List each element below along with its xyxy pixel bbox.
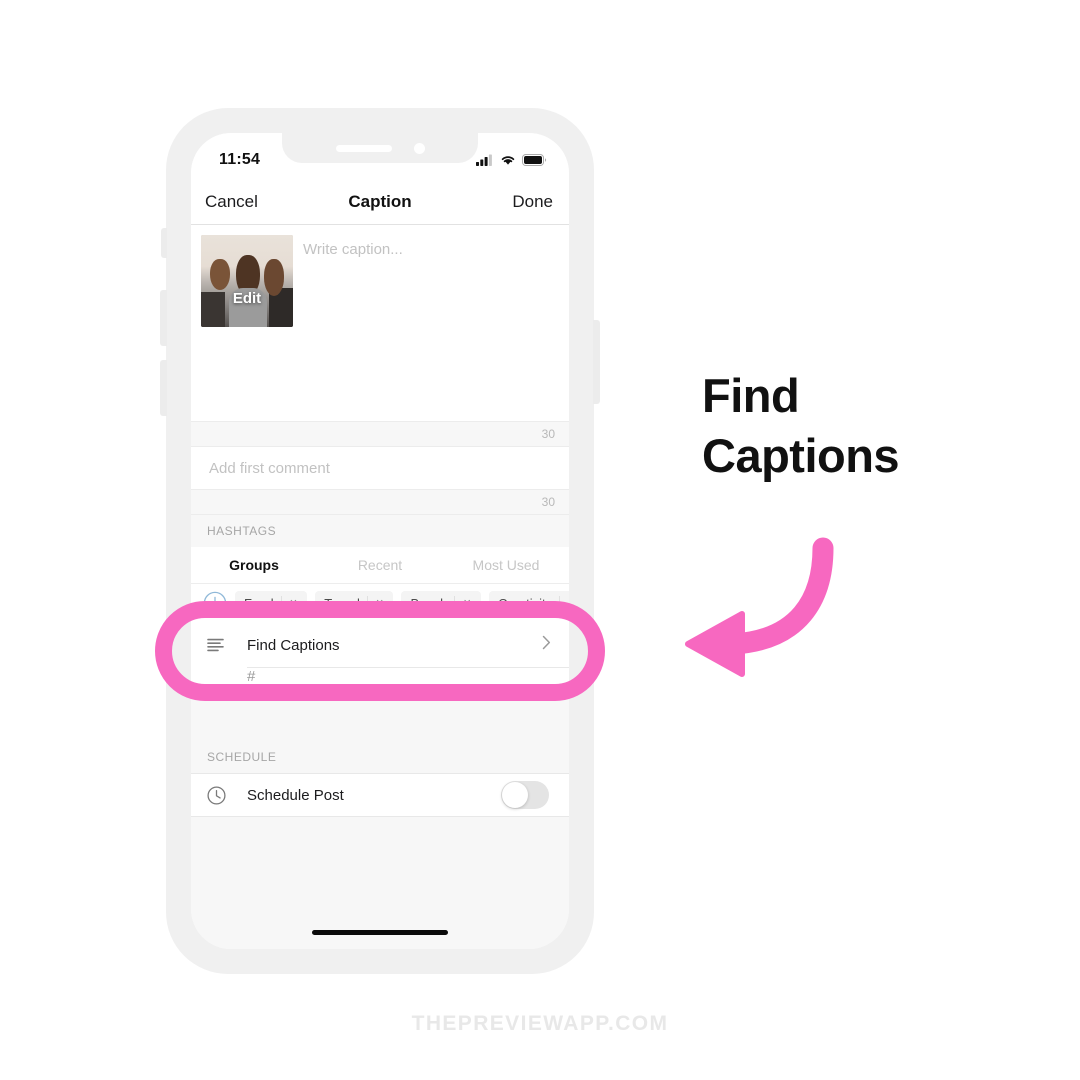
- callout-heading-line1: Find: [702, 369, 800, 422]
- battery-icon: [522, 154, 547, 166]
- phone-frame: 11:54 Cancel Caption Done Edit Write cap…: [160, 108, 600, 974]
- find-captions-label: Find Captions: [247, 636, 340, 654]
- done-button[interactable]: Done: [512, 192, 553, 212]
- callout-heading: Find Captions: [702, 366, 900, 486]
- wifi-icon: [501, 156, 515, 165]
- screen-content: Edit Write caption... 30 Add first comme…: [191, 225, 569, 949]
- hashtag-chip[interactable]: Food ×: [235, 591, 308, 615]
- navigation-bar: Cancel Caption Done: [191, 179, 569, 225]
- caption-char-counter: 30: [541, 427, 555, 441]
- chip-label: Travel: [324, 595, 360, 611]
- first-comment-input[interactable]: Add first comment: [209, 460, 330, 477]
- schedule-section-header: SCHEDULE: [191, 741, 569, 773]
- hashtag-tabs: Groups Recent Most Used: [191, 547, 569, 584]
- power-button[interactable]: [593, 320, 600, 404]
- callout-heading-line2: Captions: [702, 429, 900, 483]
- tab-most-used[interactable]: Most Used: [443, 557, 569, 573]
- volume-down-button[interactable]: [160, 360, 167, 416]
- hashtag-chip[interactable]: Beach ×: [401, 591, 481, 615]
- curved-arrow-left-icon: [685, 537, 834, 677]
- tab-groups[interactable]: Groups: [191, 557, 317, 573]
- clock-icon: [207, 785, 233, 805]
- watermark: THEPREVIEWAPP.COM: [411, 1012, 669, 1035]
- chip-label: Beach: [410, 595, 448, 611]
- caption-editor-block: Edit Write caption...: [191, 225, 569, 421]
- silent-switch[interactable]: [161, 228, 167, 258]
- cellular-signal-icon: [476, 154, 492, 166]
- chip-label: Food: [244, 595, 274, 611]
- row-divider: [247, 667, 569, 668]
- caption-input[interactable]: Write caption...: [303, 241, 403, 258]
- chevron-right-icon: [542, 635, 551, 655]
- home-indicator: [312, 930, 448, 935]
- tab-recent[interactable]: Recent: [317, 557, 443, 573]
- hashtag-chip[interactable]: Travel ×: [315, 591, 394, 615]
- status-time: 11:54: [219, 151, 261, 168]
- find-captions-group: Find Captions #: [191, 622, 569, 698]
- schedule-post-row[interactable]: Schedule Post: [191, 773, 569, 817]
- close-icon[interactable]: ×: [280, 596, 306, 610]
- find-captions-row[interactable]: Find Captions: [191, 622, 569, 668]
- status-icons: [476, 146, 547, 166]
- schedule-post-toggle[interactable]: [501, 781, 549, 809]
- hashtags-section-header: HASHTAGS: [191, 515, 569, 547]
- close-icon[interactable]: ×: [454, 596, 479, 610]
- phone-screen: 11:54 Cancel Caption Done Edit Write cap…: [191, 133, 569, 949]
- schedule-post-label: Schedule Post: [247, 786, 344, 804]
- hashtag-chip[interactable]: Creativity ×: [488, 591, 569, 615]
- comment-counter-row: 30: [191, 489, 569, 515]
- plus-circle-icon[interactable]: [203, 591, 227, 615]
- first-comment-row[interactable]: Add first comment: [191, 447, 569, 489]
- toggle-knob: [502, 782, 528, 808]
- edit-photo-label[interactable]: Edit: [201, 290, 293, 307]
- comment-char-counter: 30: [541, 495, 555, 509]
- cancel-button[interactable]: Cancel: [205, 192, 258, 212]
- partial-hidden-row[interactable]: #: [191, 668, 569, 698]
- front-camera-icon: [413, 142, 425, 154]
- text-lines-icon: [207, 638, 233, 652]
- speaker-slot-icon: [335, 144, 392, 152]
- caption-counter-row: 30: [191, 421, 569, 447]
- hashtag-group-chips: Food × Travel × Beach × Creativity ×: [191, 584, 569, 622]
- phone-notch: [282, 133, 478, 163]
- close-icon[interactable]: ×: [366, 596, 392, 610]
- chip-label: Creativity: [497, 595, 553, 611]
- section-gap: [191, 698, 569, 741]
- post-thumbnail[interactable]: Edit: [201, 235, 293, 327]
- close-icon[interactable]: ×: [559, 596, 569, 610]
- volume-up-button[interactable]: [160, 290, 167, 346]
